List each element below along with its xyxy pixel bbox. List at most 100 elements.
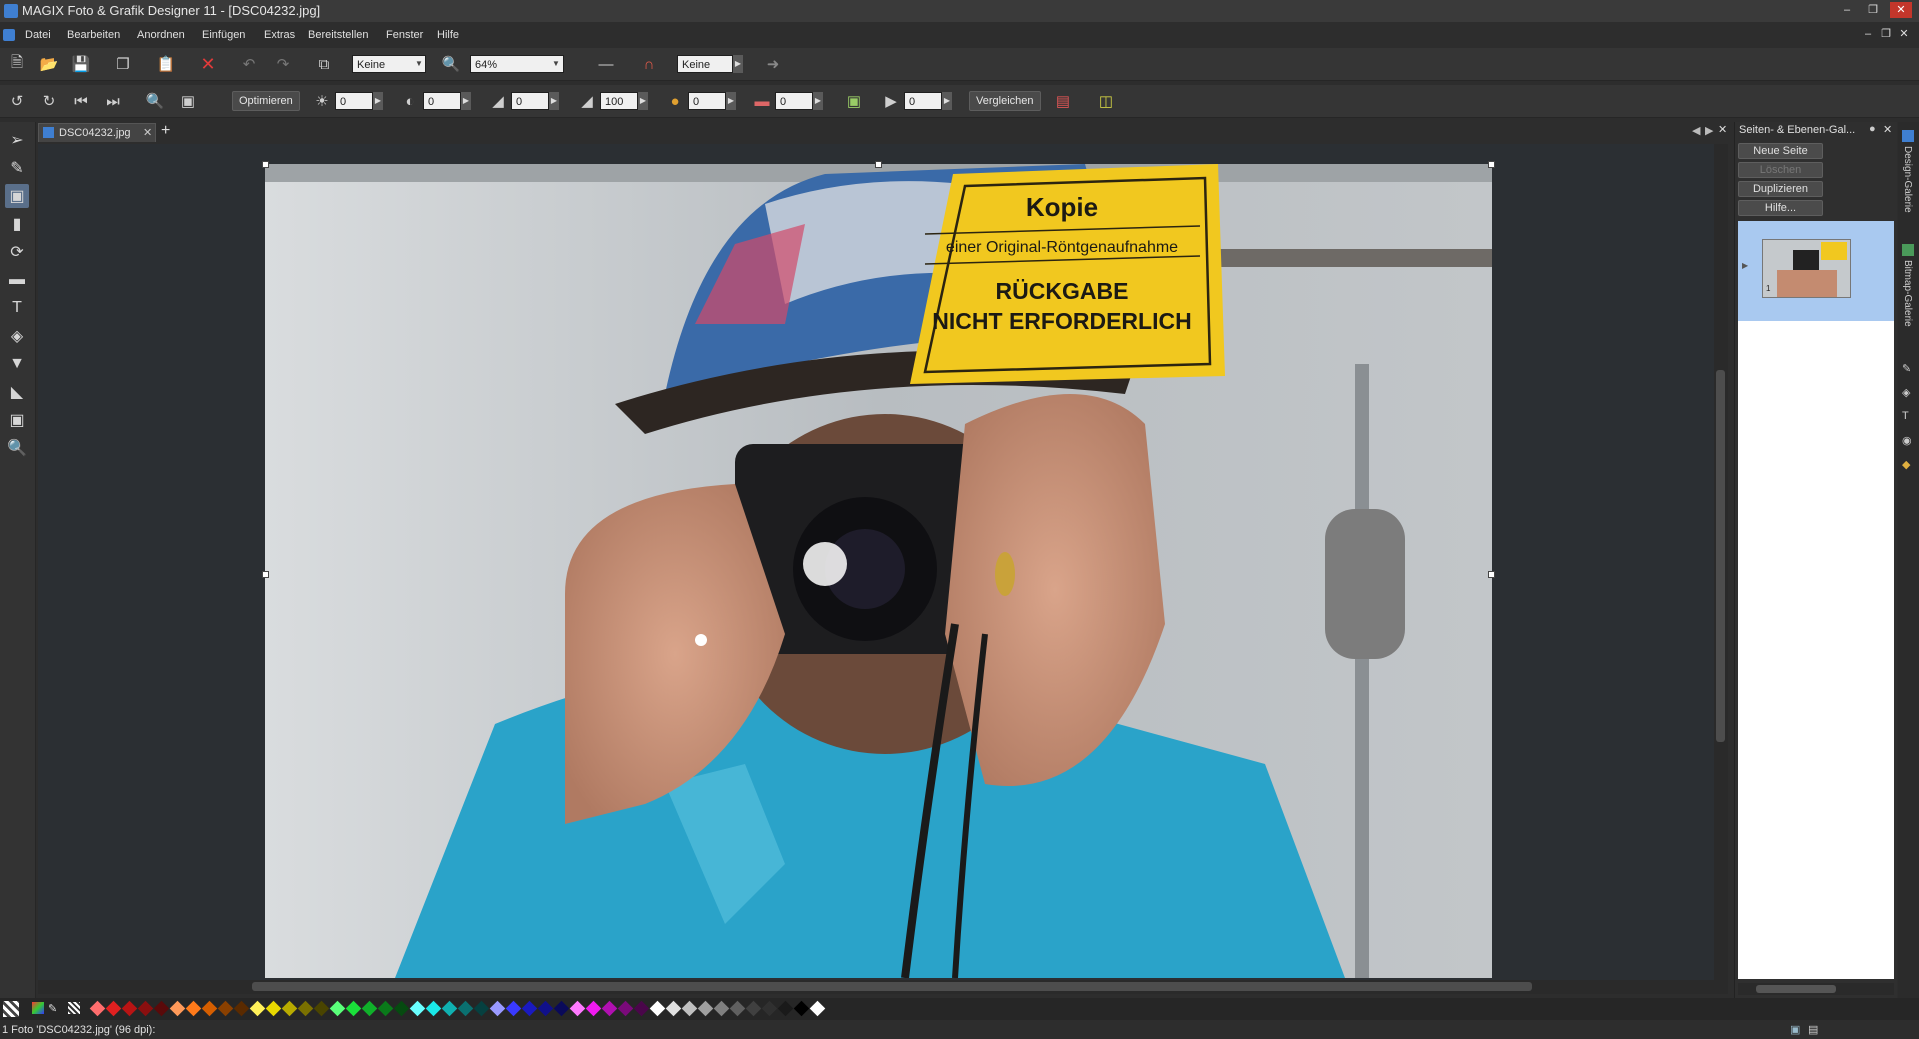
- color-swatch[interactable]: [297, 1000, 314, 1017]
- brush-icon[interactable]: ✎: [5, 156, 29, 180]
- eyedropper-icon[interactable]: ✎: [48, 1002, 60, 1015]
- gamma-icon[interactable]: ◢: [487, 90, 509, 112]
- color-swatch[interactable]: [153, 1000, 170, 1017]
- resize-handle[interactable]: [1488, 571, 1495, 578]
- magnet-snap-icon[interactable]: ∩: [638, 53, 660, 75]
- pin-icon[interactable]: ●: [1869, 123, 1876, 135]
- transparent-swatch-icon[interactable]: [68, 1002, 80, 1014]
- color-swatch[interactable]: [313, 1000, 330, 1017]
- chevron-down-icon[interactable]: ▼: [551, 55, 561, 73]
- vertical-scroll-thumb[interactable]: [1716, 370, 1725, 742]
- shape-edit-icon[interactable]: ⟳: [5, 240, 29, 264]
- ruler-icon[interactable]: ―: [590, 53, 622, 75]
- first-icon[interactable]: ⏮: [70, 90, 92, 112]
- split-view-icon[interactable]: ◫: [1095, 90, 1117, 112]
- photo-tool-icon[interactable]: ▣: [5, 184, 29, 208]
- close-document-icon[interactable]: ✕: [1718, 123, 1727, 136]
- menu-fenster[interactable]: Fenster: [386, 29, 423, 41]
- delete-page-button[interactable]: Löschen: [1738, 162, 1823, 178]
- color-swatch[interactable]: [809, 1000, 826, 1017]
- color-swatch[interactable]: [649, 1000, 666, 1017]
- bitmap-gallery-icon[interactable]: [1902, 244, 1914, 256]
- color-swatch[interactable]: [89, 1000, 106, 1017]
- color-swatch[interactable]: [217, 1000, 234, 1017]
- color-swatch[interactable]: [745, 1000, 762, 1017]
- panel-scrollbar[interactable]: [1738, 983, 1894, 995]
- temperature-icon[interactable]: ▬: [751, 90, 773, 112]
- open-folder-icon[interactable]: 📂: [38, 53, 60, 75]
- fill-gallery-icon[interactable]: ◈: [1902, 386, 1910, 399]
- undo-icon[interactable]: ↶: [238, 53, 260, 75]
- tab-scroll-right-icon[interactable]: ▶: [1705, 124, 1713, 137]
- add-tab-icon[interactable]: +: [161, 122, 170, 140]
- doc-minimize-button[interactable]: –: [1860, 27, 1876, 41]
- menu-extras[interactable]: Extras: [264, 29, 295, 41]
- shadow-icon[interactable]: ◣: [5, 380, 29, 404]
- chevron-right-icon[interactable]: ▶: [373, 92, 383, 110]
- color-swatch[interactable]: [489, 1000, 506, 1017]
- color-swatch[interactable]: [457, 1000, 474, 1017]
- zoom-tool-icon[interactable]: 🔍: [5, 436, 29, 460]
- text-icon[interactable]: T: [5, 296, 29, 320]
- vertical-scrollbar[interactable]: [1714, 144, 1728, 980]
- zoom-field[interactable]: 64%: [470, 55, 564, 73]
- panel-scroll-thumb[interactable]: [1756, 985, 1836, 993]
- feather-select[interactable]: Keine: [677, 55, 733, 73]
- sharpen-field[interactable]: 0: [904, 92, 942, 110]
- menu-bearbeiten[interactable]: Bearbeiten: [67, 29, 120, 41]
- menu-anordnen[interactable]: Anordnen: [137, 29, 185, 41]
- contrast-icon[interactable]: ◐: [399, 90, 421, 112]
- color-swatch[interactable]: [521, 1000, 538, 1017]
- page-thumbnail[interactable]: 1: [1762, 239, 1851, 298]
- color-swatch[interactable]: [441, 1000, 458, 1017]
- resize-handle[interactable]: [262, 161, 269, 168]
- chevron-right-icon[interactable]: ▶: [461, 92, 471, 110]
- delete-icon[interactable]: ✕: [197, 53, 219, 75]
- document-menu-icon[interactable]: [3, 29, 15, 41]
- color-swatch[interactable]: [121, 1000, 138, 1017]
- design-gallery-icon[interactable]: [1902, 130, 1914, 142]
- play-icon[interactable]: ▶: [880, 90, 902, 112]
- color-gallery-icon[interactable]: ◉: [1902, 434, 1912, 447]
- chevron-right-icon[interactable]: ▶: [549, 92, 559, 110]
- color-swatch[interactable]: [185, 1000, 202, 1017]
- color-swatch[interactable]: [169, 1000, 186, 1017]
- chevron-right-icon[interactable]: ▶: [638, 92, 648, 110]
- eraser-icon[interactable]: ▮: [5, 212, 29, 236]
- chevron-right-icon[interactable]: ▶: [813, 92, 823, 110]
- compare-button[interactable]: Vergleichen: [969, 91, 1041, 111]
- redo-icon[interactable]: ↷: [272, 53, 294, 75]
- rotate-right-icon[interactable]: ↻: [38, 90, 60, 112]
- design-gallery-tab[interactable]: Design-Galerie: [1902, 146, 1913, 213]
- no-color-icon[interactable]: [3, 1001, 19, 1017]
- bring-to-front-icon[interactable]: ⧉: [313, 53, 335, 75]
- color-swatch[interactable]: [585, 1000, 602, 1017]
- duplicate-page-button[interactable]: Duplizieren: [1738, 181, 1823, 197]
- save-icon[interactable]: 💾: [70, 53, 92, 75]
- color-swatch[interactable]: [249, 1000, 266, 1017]
- restore-button[interactable]: ❐: [1862, 2, 1884, 18]
- chevron-right-icon[interactable]: ▶: [733, 55, 743, 73]
- help-button[interactable]: Hilfe...: [1738, 200, 1823, 216]
- histogram-icon[interactable]: ▤: [1052, 90, 1074, 112]
- horizontal-scroll-thumb[interactable]: [252, 982, 1532, 991]
- zoom-100-icon[interactable]: ▣: [177, 90, 199, 112]
- color-swatch[interactable]: [265, 1000, 282, 1017]
- saturation-field[interactable]: 100: [600, 92, 638, 110]
- transparency-icon[interactable]: ▼: [5, 352, 29, 376]
- color-swatch[interactable]: [713, 1000, 730, 1017]
- horizontal-scrollbar[interactable]: [38, 980, 1728, 994]
- resize-handle[interactable]: [875, 161, 882, 168]
- color-swatch[interactable]: [681, 1000, 698, 1017]
- color-swatch[interactable]: [393, 1000, 410, 1017]
- color-swatch[interactable]: [345, 1000, 362, 1017]
- minimize-button[interactable]: –: [1836, 2, 1858, 18]
- color-swatch[interactable]: [137, 1000, 154, 1017]
- contrast-field[interactable]: 0: [423, 92, 461, 110]
- doc-close-button[interactable]: ✕: [1896, 27, 1912, 41]
- color-swatch[interactable]: [377, 1000, 394, 1017]
- color-swatch[interactable]: [425, 1000, 442, 1017]
- new-page-button[interactable]: Neue Seite: [1738, 143, 1823, 159]
- brightness-icon[interactable]: ☀: [311, 90, 333, 112]
- crop-icon[interactable]: ▣: [5, 408, 29, 432]
